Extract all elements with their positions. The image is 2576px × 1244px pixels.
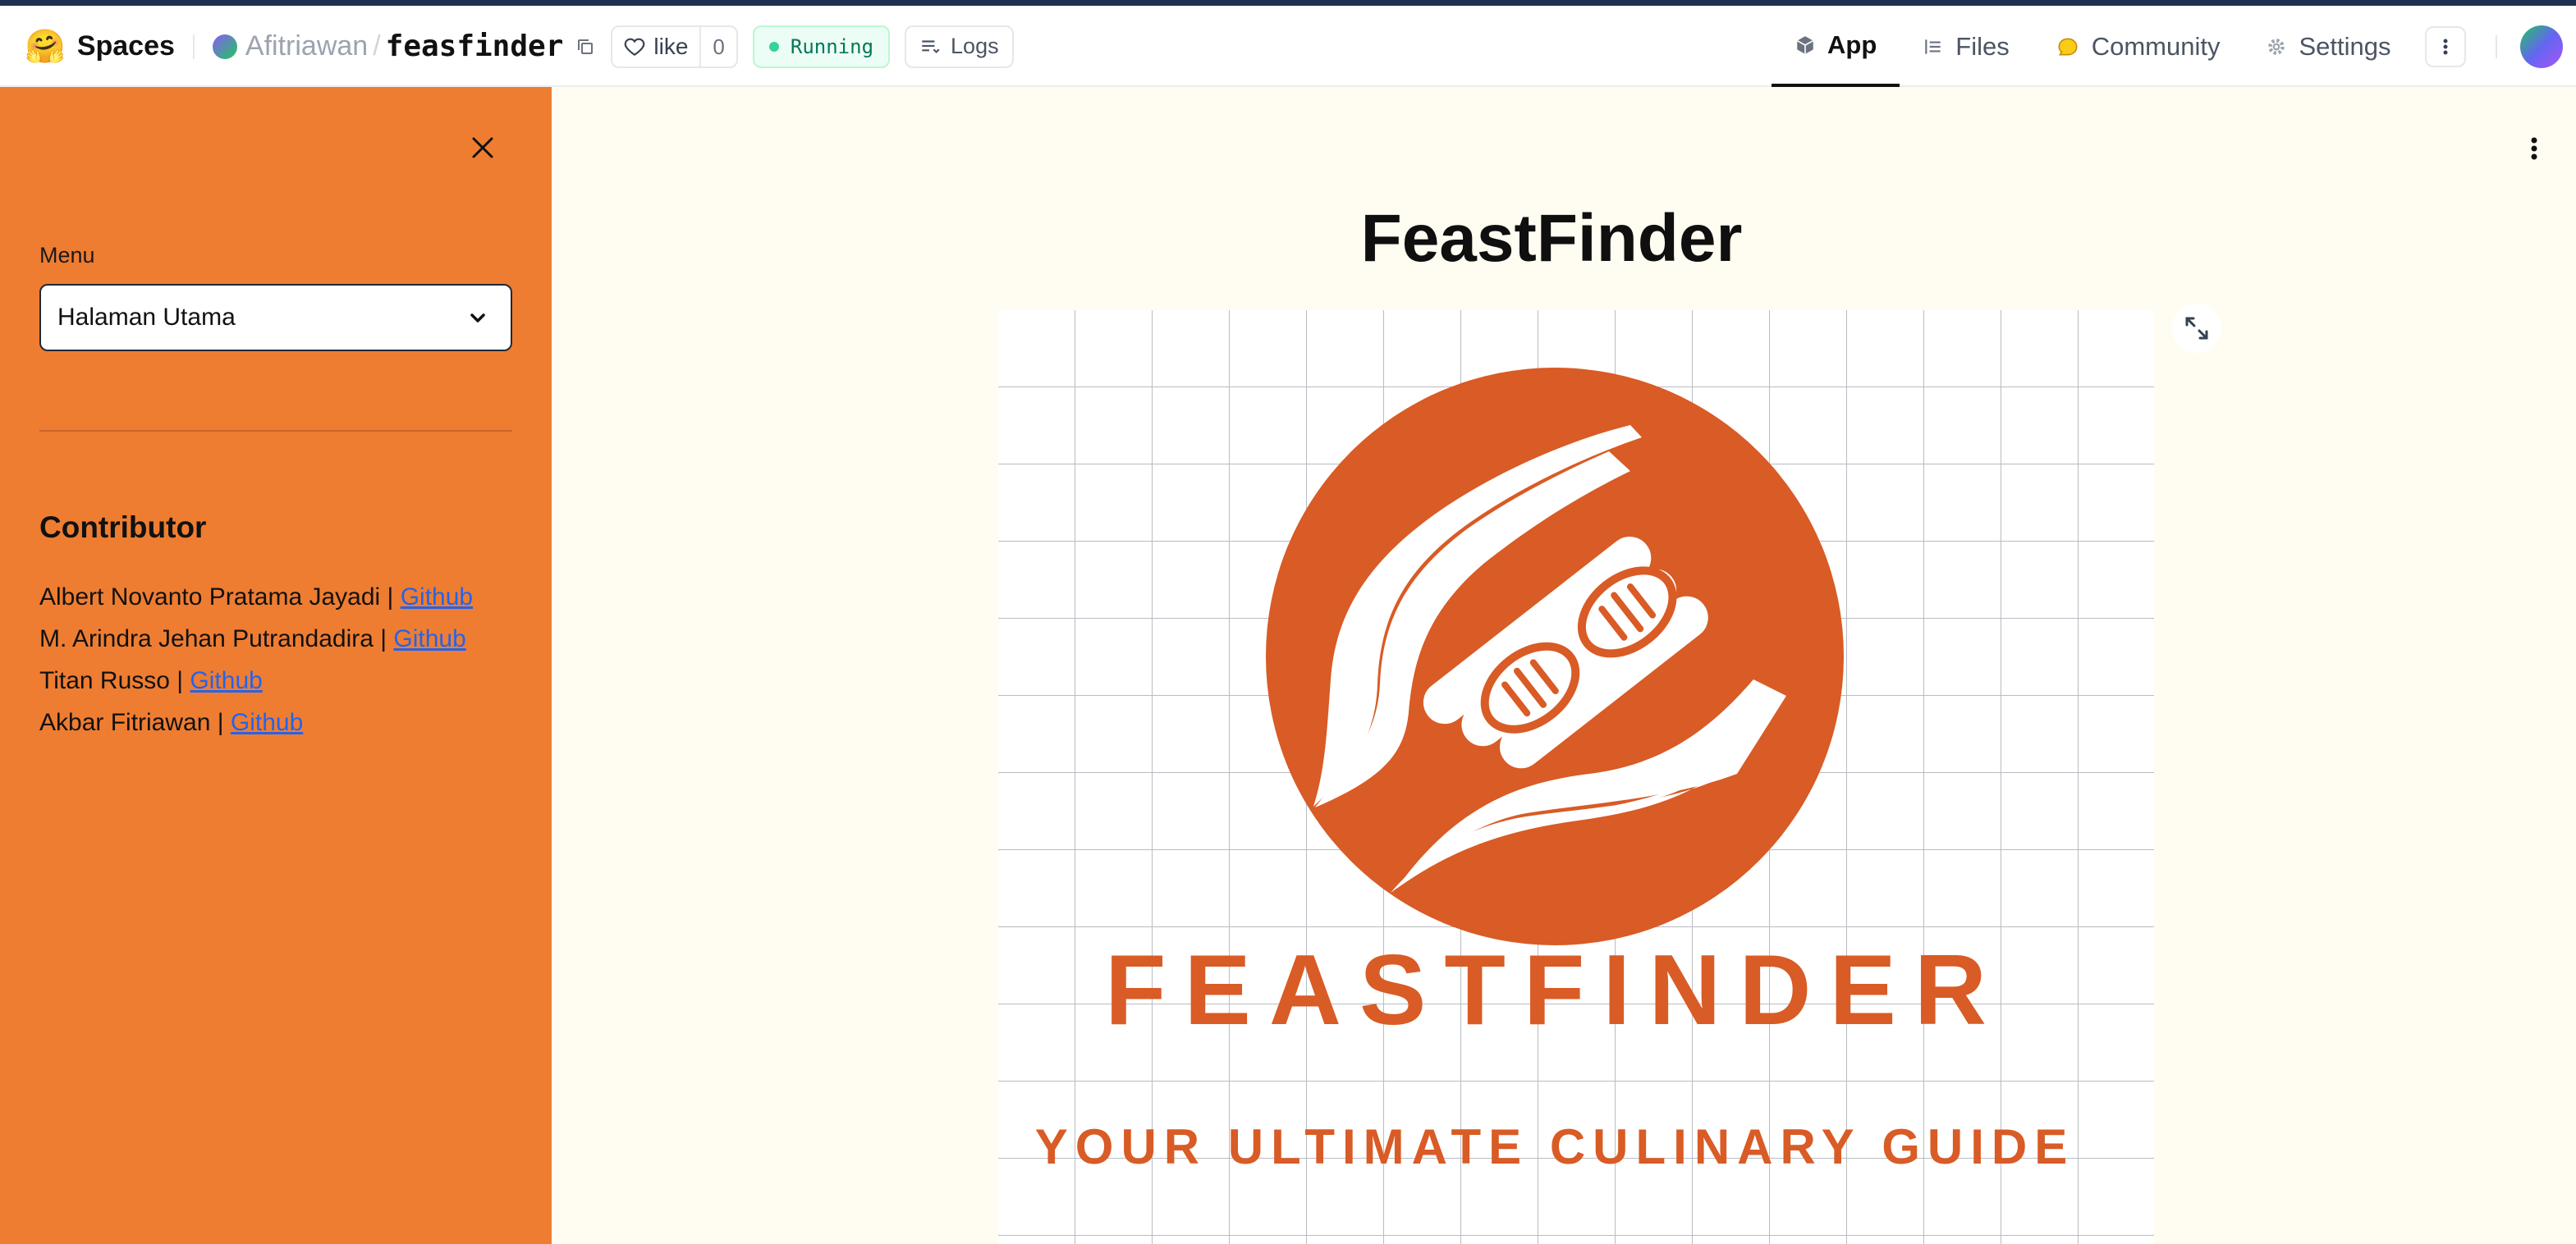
community-icon [2058, 38, 2078, 55]
contributor-item: Titan Russo | Github [39, 660, 532, 702]
github-link[interactable]: Github [393, 625, 465, 652]
like-label: like [653, 33, 689, 59]
header-left: 🤗 Spaces Afitriawan / feasfinder like 0 … [25, 6, 1014, 87]
logo-tagline: YOUR ULTIMATE CULINARY GUIDE [1035, 1119, 2074, 1174]
tab-files[interactable]: Files [1900, 6, 2032, 87]
hugging-face-logo-icon[interactable]: 🤗 [25, 30, 66, 63]
owner-link[interactable]: Afitriawan [245, 30, 368, 62]
tab-community-label: Community [2091, 31, 2221, 61]
github-link[interactable]: Github [231, 709, 303, 736]
status-dot-icon [768, 41, 779, 52]
github-link[interactable]: Github [190, 667, 262, 694]
contributor-name: Albert Novanto Pratama Jayadi | [39, 583, 401, 611]
avatar-divider [2496, 35, 2497, 58]
copy-icon[interactable] [573, 34, 598, 59]
expand-icon [2185, 317, 2208, 340]
repo-name-link[interactable]: feasfinder [386, 30, 564, 63]
spaces-link[interactable]: Spaces [77, 30, 175, 62]
tab-community[interactable]: Community [2033, 6, 2244, 87]
tab-files-label: Files [1955, 31, 2010, 61]
menu-select[interactable]: Halaman Utama [39, 284, 512, 351]
kebab-icon [2531, 137, 2537, 160]
header-divider [192, 34, 195, 59]
github-link[interactable]: Github [401, 583, 473, 611]
app-menu-button[interactable] [2522, 128, 2546, 169]
close-sidebar-button[interactable] [465, 130, 501, 166]
sidebar: Menu Halaman Utama Contributor Albert No… [0, 87, 552, 1244]
kebab-icon [2443, 39, 2448, 55]
contributor-name: Titan Russo | [39, 667, 190, 694]
tab-settings-label: Settings [2299, 31, 2391, 61]
contributor-item: Akbar Fitriawan | Github [39, 702, 532, 743]
space-nav: App Files Community Settings [1772, 6, 2414, 87]
app-header: 🤗 Spaces Afitriawan / feasfinder like 0 … [0, 6, 2576, 87]
contributor-heading: Contributor [39, 510, 207, 544]
logs-button[interactable]: Logs [905, 25, 1014, 68]
contributor-item: Albert Novanto Pratama Jayadi | Github [39, 576, 532, 618]
status-text: Running [790, 34, 874, 58]
contributor-name: M. Arindra Jehan Putrandadira | [39, 625, 394, 652]
gear-icon [2268, 38, 2285, 55]
feastfinder-logo-image: FEASTFINDER YOUR ULTIMATE CULINARY GUIDE [998, 310, 2154, 1244]
chevron-down-icon [470, 313, 485, 322]
cube-icon [1796, 35, 1814, 54]
contributor-item: M. Arindra Jehan Putrandadira | Github [39, 618, 532, 660]
logo-graphic: FEASTFINDER YOUR ULTIMATE CULINARY GUIDE [998, 310, 2154, 1244]
user-avatar[interactable] [2520, 25, 2563, 68]
contributor-list: Albert Novanto Pratama Jayadi | Github M… [39, 576, 532, 743]
like-count[interactable]: 0 [699, 26, 736, 66]
menu-selected-value: Halaman Utama [57, 304, 236, 331]
top-accent-bar [0, 0, 2576, 6]
menu-label: Menu [39, 243, 95, 268]
page-title: FeastFinder [1360, 201, 1743, 276]
more-options-button[interactable] [2425, 26, 2466, 67]
tab-app[interactable]: App [1772, 6, 1900, 87]
contributor-name: Akbar Fitriawan | [39, 709, 231, 736]
sidebar-divider [39, 430, 512, 432]
like-group: like 0 [611, 25, 738, 68]
main-content: FeastFinder FEASTFINDER YOUR ULTIMATE CU… [552, 87, 2576, 1244]
fullscreen-button[interactable] [2172, 304, 2221, 353]
path-separator: / [373, 30, 381, 62]
owner-avatar[interactable] [212, 34, 237, 59]
close-icon [472, 137, 493, 158]
tab-settings[interactable]: Settings [2243, 6, 2413, 87]
status-badge[interactable]: Running [752, 25, 891, 68]
logs-label: Logs [951, 34, 999, 58]
heart-icon [625, 38, 645, 56]
logo-wordmark: FEASTFINDER [1105, 934, 2005, 1045]
files-icon [1925, 39, 1941, 54]
logs-icon [922, 39, 940, 53]
like-button[interactable]: like [612, 27, 699, 66]
tab-app-label: App [1827, 30, 1877, 59]
